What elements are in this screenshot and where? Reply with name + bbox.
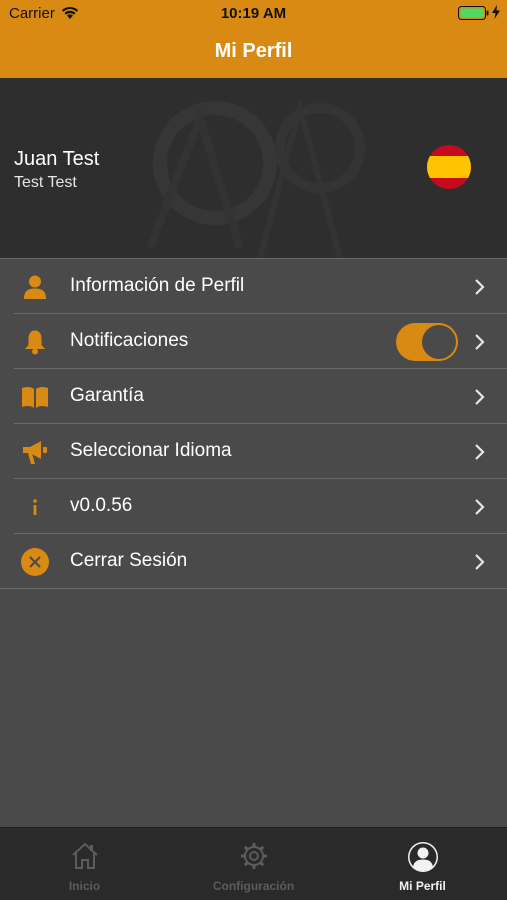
battery-icon — [458, 6, 490, 24]
chevron-right-icon — [474, 553, 486, 576]
menu-item-profile-info[interactable]: Información de Perfil — [0, 259, 507, 314]
clock: 10:19 AM — [220, 5, 287, 22]
profile-subtitle: Test Test — [14, 174, 77, 191]
page-title: Mi Perfil — [214, 40, 293, 62]
spain-flag-icon[interactable] — [427, 145, 471, 189]
menu-item-select-language[interactable]: Seleccionar Idioma — [0, 424, 507, 479]
profile-icon — [338, 841, 507, 873]
chevron-right-icon — [474, 333, 486, 356]
chevron-right-icon — [474, 498, 486, 521]
close-circle-icon — [20, 547, 50, 577]
menu-item-label: Información de Perfil — [70, 275, 245, 296]
profile-menu: Información de Perfil Notificaciones Gar… — [0, 258, 507, 589]
tab-settings[interactable]: Configuración — [169, 828, 338, 900]
tab-profile[interactable]: Mi Perfil — [338, 828, 507, 900]
menu-item-notifications[interactable]: Notificaciones — [0, 314, 507, 369]
bell-icon — [20, 327, 50, 357]
tab-label: Mi Perfil — [399, 879, 446, 893]
home-icon — [0, 841, 169, 871]
menu-item-label: Seleccionar Idioma — [70, 440, 232, 461]
tab-label: Configuración — [212, 879, 295, 893]
profile-name: Juan Test — [14, 148, 100, 170]
tab-home[interactable]: Inicio — [0, 828, 169, 900]
menu-item-version[interactable]: v0.0.56 — [0, 479, 507, 534]
menu-item-label: v0.0.56 — [70, 495, 133, 516]
tab-label: Inicio — [68, 879, 101, 893]
chevron-right-icon — [474, 388, 486, 411]
menu-item-logout[interactable]: Cerrar Sesión — [0, 534, 507, 589]
chevron-right-icon — [474, 443, 486, 466]
person-icon — [20, 272, 50, 302]
book-icon — [20, 382, 50, 412]
tab-bar: Inicio Configuración Mi Perfil — [0, 827, 507, 900]
navigation-bar: Carrier 10:19 AM Mi Perfil — [0, 0, 507, 78]
menu-item-label: Garantía — [70, 385, 144, 406]
megaphone-icon — [20, 437, 50, 467]
menu-item-warranty[interactable]: Garantía — [0, 369, 507, 424]
menu-item-label: Cerrar Sesión — [70, 550, 188, 571]
info-icon — [20, 492, 50, 522]
chevron-right-icon — [474, 278, 486, 301]
status-bar: Carrier 10:19 AM — [0, 0, 507, 28]
profile-header: Juan Test Test Test — [0, 78, 507, 258]
notifications-toggle[interactable] — [396, 323, 458, 361]
gear-icon — [169, 841, 338, 871]
menu-item-label: Notificaciones — [70, 330, 189, 351]
charging-icon — [492, 5, 500, 22]
